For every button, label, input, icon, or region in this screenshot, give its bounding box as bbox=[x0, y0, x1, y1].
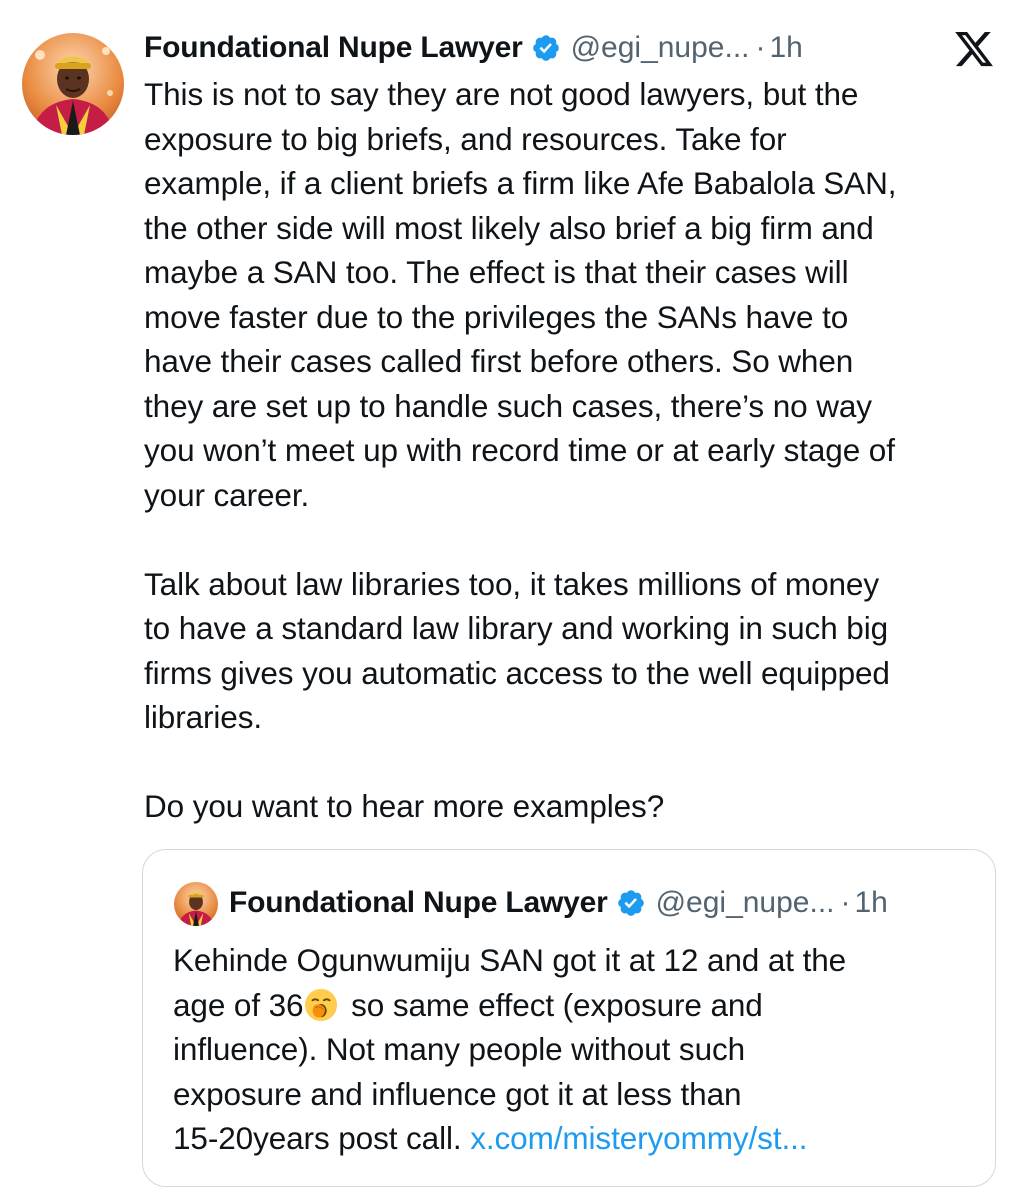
quoted-avatar-image bbox=[174, 882, 218, 926]
quoted-tweet-text: Kehinde Ogunwumiju SAN got it at 12 and … bbox=[173, 938, 973, 1161]
quoted-text-line: influence). Not many people without such bbox=[173, 1031, 746, 1067]
quoted-author-avatar[interactable] bbox=[174, 882, 218, 926]
quoted-text-segment: age of 36 bbox=[173, 986, 304, 1023]
quoted-tweet[interactable]: Foundational Nupe Lawyer @egi_nupe... · … bbox=[142, 849, 996, 1187]
x-logo-icon[interactable] bbox=[952, 28, 996, 70]
author-handle[interactable]: @egi_nupe... bbox=[571, 31, 750, 65]
quoted-text-segment: so same effect (exposure and bbox=[342, 986, 763, 1023]
quoted-verified-badge-icon bbox=[617, 890, 644, 916]
tweet-text: This is not to say they are not good law… bbox=[144, 76, 897, 824]
quoted-text-line: 15-20years post call. x.com/misteryommy/… bbox=[173, 1116, 973, 1161]
header-separator: · bbox=[755, 31, 766, 64]
quoted-tweet-timestamp[interactable]: 1h bbox=[855, 886, 888, 920]
quoted-text-line: Kehinde Ogunwumiju SAN got it at 12 and … bbox=[173, 942, 847, 978]
quoted-tweet-link[interactable]: x.com/misteryommy/st... bbox=[470, 1120, 807, 1156]
quoted-author-display-name[interactable]: Foundational Nupe Lawyer bbox=[229, 886, 608, 920]
quoted-text-line: age of 36 so same effect (exposure and bbox=[173, 983, 973, 1028]
quoted-header-separator: · bbox=[840, 886, 851, 919]
tweet-card[interactable]: Foundational Nupe Lawyer @egi_nupe... · … bbox=[0, 0, 1019, 1200]
yawning-face-emoji-icon bbox=[305, 988, 338, 1021]
tweet-timestamp[interactable]: 1h bbox=[770, 31, 803, 65]
quoted-tweet-header: Foundational Nupe Lawyer @egi_nupe... · … bbox=[229, 880, 888, 926]
quoted-text-line: exposure and influence got it at less th… bbox=[173, 1075, 742, 1112]
quoted-text-segment: 15-20years post call. bbox=[173, 1120, 471, 1156]
quoted-author-handle[interactable]: @egi_nupe... bbox=[656, 886, 835, 920]
verified-badge-icon bbox=[532, 35, 559, 61]
tweet-header: Foundational Nupe Lawyer @egi_nupe... · … bbox=[144, 26, 803, 70]
avatar-image bbox=[22, 33, 124, 135]
author-avatar[interactable] bbox=[22, 33, 124, 135]
author-display-name[interactable]: Foundational Nupe Lawyer bbox=[144, 31, 523, 65]
